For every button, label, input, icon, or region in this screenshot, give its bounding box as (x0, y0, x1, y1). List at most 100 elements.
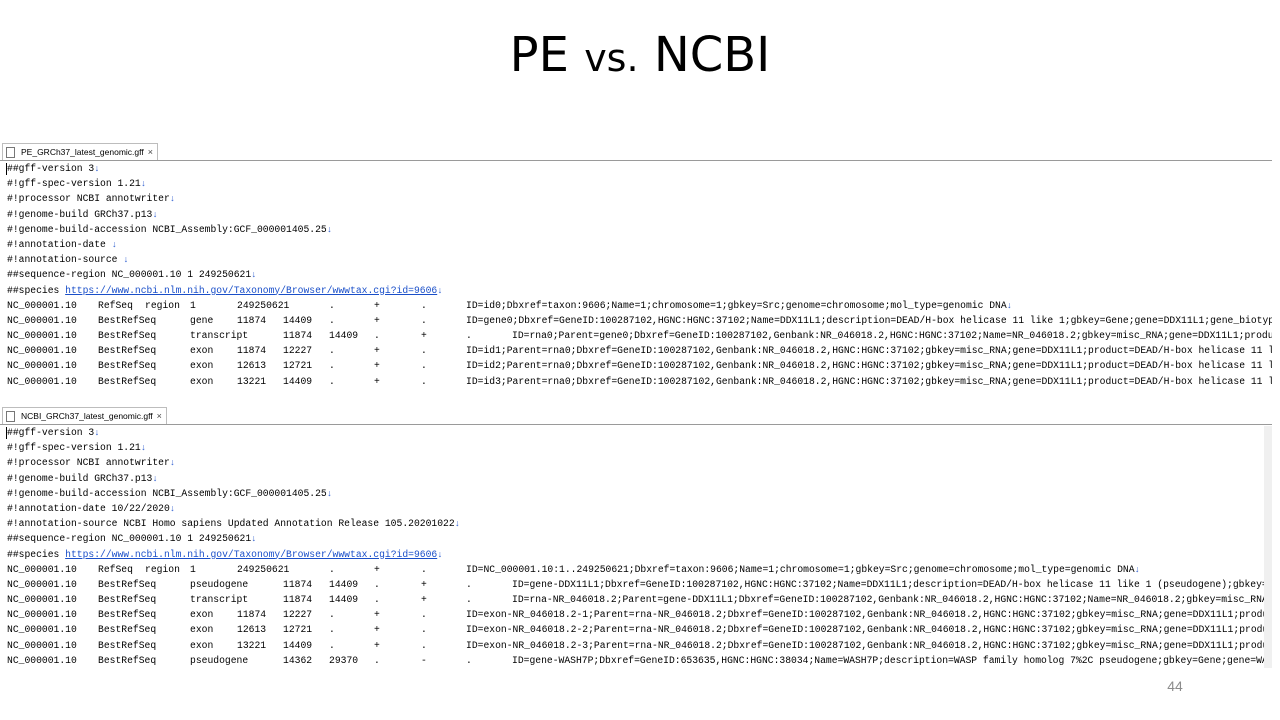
gff-strand-cell: + (374, 345, 380, 357)
gff-source-cell: RefSeq (98, 299, 133, 311)
header-line: #!genome-build-accession NCBI_Assembly:G… (7, 486, 1272, 501)
eol-arrow-icon: ↓ (251, 270, 257, 281)
title-pe: PE (509, 27, 585, 83)
gff-seqid-cell: NC_000001.10 (7, 375, 77, 387)
gff-phase-cell: . (421, 609, 427, 621)
gff-score-cell: . (329, 624, 335, 636)
gff-end-cell: 29370 (329, 654, 359, 666)
gff-end-cell: 14409 (283, 639, 313, 651)
species-line: ##species https://www.ncbi.nlm.nih.gov/T… (7, 547, 1272, 562)
gff-score-cell: . (374, 654, 380, 666)
gff-score-cell: . (329, 299, 335, 311)
file-icon (6, 410, 15, 422)
header-line: #!genome-build GRCh37.p13↓ (7, 471, 1272, 486)
gff-phase-cell: . (421, 360, 427, 372)
gff-phase-cell: . (466, 594, 472, 606)
gff-seqid-cell: NC_000001.10 (7, 639, 77, 651)
table-row: NC_000001.10 BestRefSeq exon 11874 12227. +. I… (7, 343, 1272, 358)
sequence-region-line: ##sequence-region NC_000001.10 1 2492506… (7, 267, 1272, 282)
tab-ncbi-gff[interactable]: NCBI_GRCh37_latest_genomic.gff × (2, 407, 167, 424)
table-row: NC_000001.10 RefSeq region 1 249250621. +. ID=… (7, 298, 1272, 313)
header-text: #!annotation-source NCBI Homo sapiens Up… (7, 518, 455, 530)
gff-source-cell: BestRefSeq (98, 609, 157, 621)
gff-type-cell: exon (190, 345, 214, 357)
gff-end-cell: 14409 (329, 594, 359, 606)
title-vs: vs. (584, 36, 639, 80)
gff-score-cell: . (329, 639, 335, 651)
table-row: NC_000001.10 BestRefSeq gene 11874 14409. +. I… (7, 313, 1272, 328)
gff-seqid-cell: NC_000001.10 (7, 563, 77, 575)
gff-source-cell: BestRefSeq (98, 360, 157, 372)
eol-arrow-icon: ↓ (140, 179, 147, 190)
gff-end-cell: 12227 (283, 345, 313, 357)
pe-gff-editor-panel: PE_GRCh37_latest_genomic.gff × ##gff-ver… (0, 142, 1272, 390)
eol-arrow-icon: ↓ (152, 209, 158, 220)
eol-arrow-icon: ↓ (169, 503, 176, 514)
gff-phase-cell: . (466, 330, 472, 342)
eol-arrow-icon: ↓ (111, 239, 118, 250)
gff-strand-cell: - (421, 654, 427, 666)
vertical-scrollbar[interactable] (1264, 426, 1272, 668)
gff-attributes-cell: ID=rna-NR_046018.2;Parent=gene-DDX11L1;D… (512, 594, 1272, 606)
gff-start-cell: 14362 (283, 654, 313, 666)
gff-type-cell: region (145, 563, 180, 575)
gff-start-cell: 11874 (283, 594, 313, 606)
gff-score-cell: . (374, 578, 380, 590)
gff-strand-cell: + (374, 314, 380, 326)
ncbi-gff-editor-panel: NCBI_GRCh37_latest_genomic.gff × ##gff-v… (0, 406, 1272, 668)
gff-phase-cell: . (421, 624, 427, 636)
gff-strand-cell: + (374, 563, 380, 575)
gff-end-cell: 249250621 (237, 563, 290, 575)
gff-attributes-cell: ID=id0;Dbxref=taxon:9606;Name=1;chromoso… (466, 299, 1013, 311)
gff-attributes-cell: ID=rna0;Parent=gene0;Dbxref=GeneID:10028… (512, 330, 1272, 342)
gff-attributes-cell: ID=exon-NR_046018.2-3;Parent=rna-NR_0460… (466, 639, 1272, 651)
gff-attributes-cell: ID=gene-WASH7P;Dbxref=GeneID:653635,HGNC… (512, 654, 1272, 666)
title-ncbi: NCBI (638, 27, 771, 83)
tab-bar: PE_GRCh37_latest_genomic.gff × (0, 142, 1272, 161)
table-row: NC_000001.10 RefSeq region 1 249250621. +. ID=… (7, 562, 1272, 577)
gff-strand-cell: + (421, 594, 427, 606)
gff-start-cell: 11874 (283, 330, 313, 342)
gff-strand-cell: + (374, 360, 380, 372)
gff-attributes-cell: ID=exon-NR_046018.2-1;Parent=rna-NR_0460… (466, 609, 1272, 621)
gff-type-cell: gene (190, 314, 214, 326)
gff-source-cell: BestRefSeq (98, 639, 157, 651)
text-editor[interactable]: ##gff-version 3↓ #!gff-spec-version 1.21↓… (0, 425, 1272, 668)
gff-type-cell: exon (190, 375, 214, 387)
gff-start-cell: 1 (190, 563, 196, 575)
gff-start-cell: 12613 (237, 360, 267, 372)
eol-arrow-icon: ↓ (251, 534, 257, 545)
tab-pe-gff[interactable]: PE_GRCh37_latest_genomic.gff × (2, 143, 158, 160)
header-line: #!annotation-source ↓ (7, 252, 1272, 267)
species-link[interactable]: https://www.ncbi.nlm.nih.gov/Taxonomy/Br… (65, 285, 437, 296)
gff-source-cell: BestRefSeq (98, 578, 157, 590)
header-text: #!annotation-date 10/22/2020 (7, 502, 170, 514)
gff-start-cell: 1 (190, 299, 196, 311)
close-icon[interactable]: × (157, 411, 162, 421)
eol-arrow-icon: ↓ (94, 428, 100, 438)
header-line: #!processor NCBI annotwriter↓ (7, 455, 1272, 470)
gff-phase-cell: . (466, 654, 472, 666)
gff-type-cell: transcript (190, 330, 249, 342)
header-text: #!genome-build GRCh37.p13 (7, 472, 153, 484)
gff-seqid-cell: NC_000001.10 (7, 594, 77, 606)
gff-type-cell: pseudogene (190, 654, 249, 666)
gff-end-cell: 12721 (283, 624, 313, 636)
header-line: #!genome-build GRCh37.p13↓ (7, 207, 1272, 222)
gff-source-cell: BestRefSeq (98, 330, 157, 342)
tab-bar: NCBI_GRCh37_latest_genomic.gff × (0, 406, 1272, 425)
gff-strand-cell: + (374, 375, 380, 387)
gff-type-cell: exon (190, 624, 214, 636)
gff-source-cell: BestRefSeq (98, 594, 157, 606)
text-editor[interactable]: ##gff-version 3↓ #!gff-spec-version 1.21↓… (0, 161, 1272, 389)
species-link[interactable]: https://www.ncbi.nlm.nih.gov/Taxonomy/Br… (65, 549, 437, 560)
gff-end-cell: 12227 (283, 609, 313, 621)
gff-strand-cell: + (421, 330, 427, 342)
close-icon[interactable]: × (148, 147, 153, 157)
gff-source-cell: RefSeq (98, 563, 133, 575)
gff-seqid-cell: NC_000001.10 (7, 578, 77, 590)
header-line: ##gff-version 3↓ (7, 161, 1272, 176)
eol-arrow-icon: ↓ (169, 458, 176, 469)
table-row: NC_000001.10 BestRefSeq exon 12613 12721. +. I… (7, 358, 1272, 373)
species-label: ##species (7, 548, 66, 560)
